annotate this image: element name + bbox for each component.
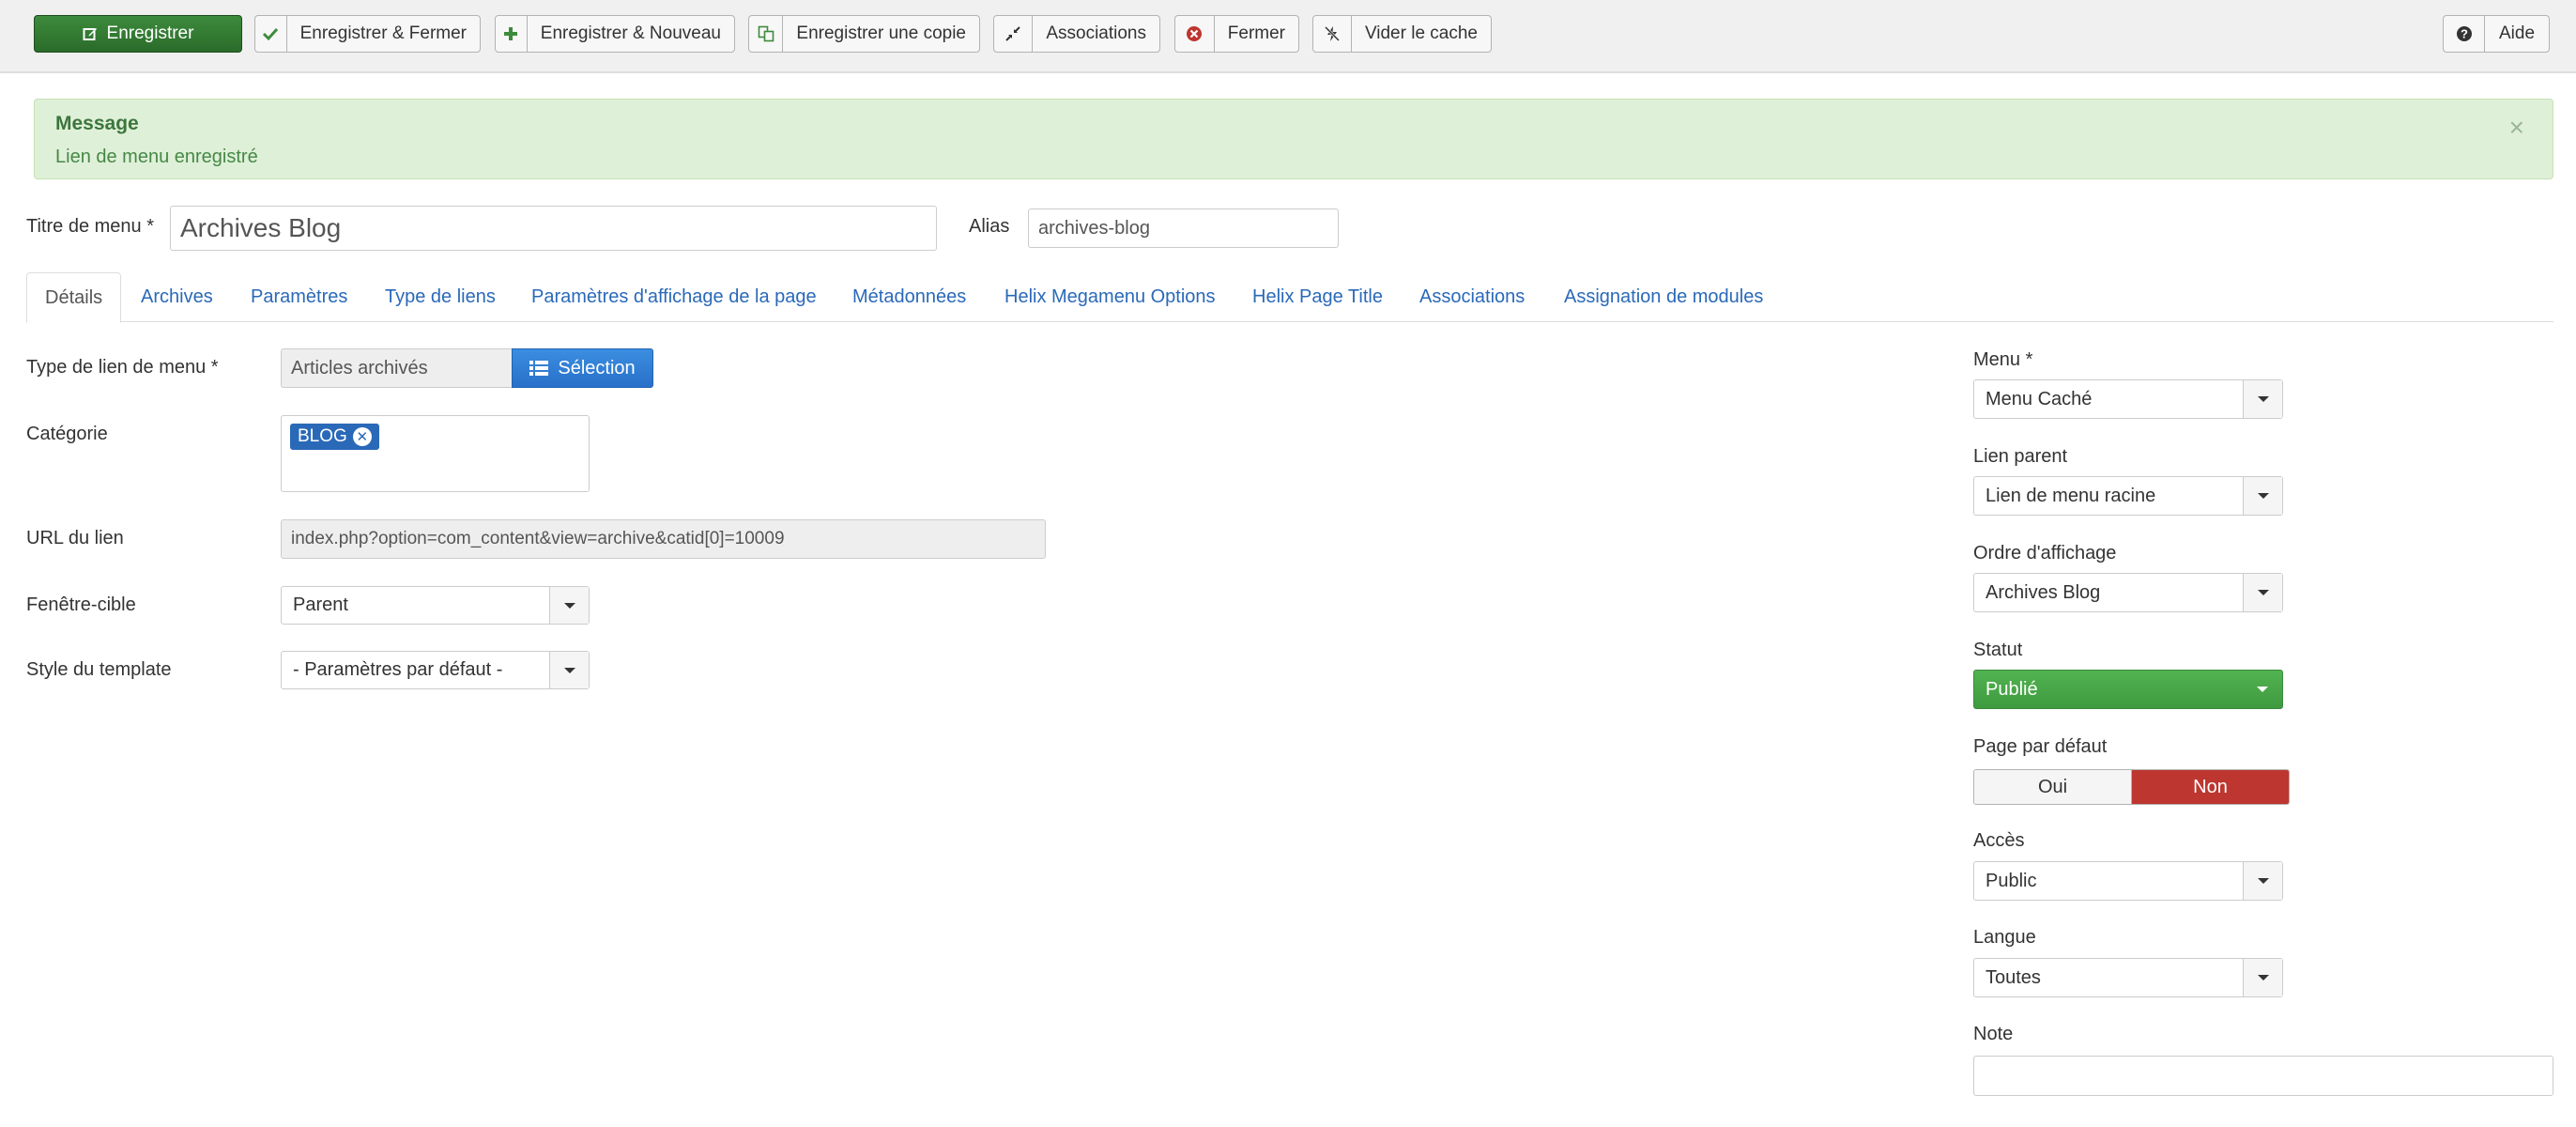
- link-url-label: URL du lien: [26, 528, 124, 548]
- menu-item-type-field: Articles archivés: [281, 348, 513, 388]
- target-window-select[interactable]: Parent: [281, 586, 590, 625]
- access-label: Accès: [1973, 830, 2025, 851]
- message-title: Message: [55, 113, 139, 134]
- menu-select[interactable]: Menu Caché: [1973, 379, 2283, 419]
- clear-cache-label: Vider le cache: [1364, 23, 1478, 43]
- status-select[interactable]: Publié: [1973, 670, 2283, 709]
- tab-parameters[interactable]: Paramètres: [251, 272, 347, 322]
- tab-helix-megamenu[interactable]: Helix Megamenu Options: [1004, 272, 1216, 322]
- tab-link-type[interactable]: Type de liens: [385, 272, 496, 322]
- chevron-down-icon: [563, 667, 575, 673]
- question-circle-icon: ?: [2456, 26, 2472, 41]
- save-button-label: Enregistrer: [106, 23, 194, 43]
- remove-chip-icon[interactable]: ✕: [352, 427, 372, 446]
- list-icon: [529, 361, 549, 376]
- template-style-value: - Paramètres par défaut -: [293, 659, 503, 680]
- chevron-down-icon: [2257, 975, 2269, 980]
- menu-value: Menu Caché: [1986, 388, 2093, 409]
- tab-archives[interactable]: Archives: [141, 272, 213, 322]
- access-select[interactable]: Public: [1973, 861, 2283, 901]
- associations-button[interactable]: Associations: [993, 15, 1160, 53]
- category-multiselect[interactable]: BLOG ✕: [281, 415, 590, 492]
- parent-item-label: Lien parent: [1973, 446, 2068, 467]
- category-chip: BLOG ✕: [290, 424, 379, 450]
- svg-text:?: ?: [2461, 27, 2468, 41]
- menu-title-label: Titre de menu *: [26, 216, 154, 237]
- tab-module-assignment[interactable]: Assignation de modules: [1564, 272, 1763, 322]
- check-icon: [263, 27, 279, 41]
- target-window-label: Fenêtre-cible: [26, 594, 136, 615]
- tab-associations[interactable]: Associations: [1419, 272, 1525, 322]
- tab-metadata[interactable]: Métadonnées: [852, 272, 966, 322]
- chevron-down-icon: [2257, 878, 2269, 884]
- message-text: Lien de menu enregistré: [55, 147, 258, 167]
- status-label: Statut: [1973, 640, 2023, 660]
- chevron-down-icon: [2257, 396, 2269, 402]
- close-message-icon[interactable]: ×: [2509, 115, 2524, 141]
- save-button[interactable]: Enregistrer: [34, 15, 242, 53]
- access-value: Public: [1986, 870, 2037, 891]
- save-new-label: Enregistrer & Nouveau: [540, 23, 721, 43]
- chevron-down-icon: [2257, 493, 2269, 499]
- status-value: Publié: [1986, 678, 2038, 700]
- target-window-value: Parent: [293, 594, 348, 615]
- category-chip-label: BLOG: [298, 426, 347, 446]
- save-new-button[interactable]: Enregistrer & Nouveau: [495, 15, 735, 53]
- tab-helix-page-title[interactable]: Helix Page Title: [1252, 272, 1383, 322]
- alias-label: Alias: [969, 216, 1010, 237]
- template-style-select[interactable]: - Paramètres par défaut -: [281, 651, 590, 689]
- save-close-label: Enregistrer & Fermer: [299, 23, 467, 43]
- plus-icon: [504, 27, 518, 40]
- save-close-button[interactable]: Enregistrer & Fermer: [254, 15, 481, 53]
- close-button[interactable]: Fermer: [1174, 15, 1299, 53]
- no-lightning-icon: [1324, 25, 1341, 42]
- parent-item-value: Lien de menu racine: [1986, 485, 2156, 506]
- link-url-field: index.php?option=com_content&view=archiv…: [281, 519, 1046, 559]
- default-page-no[interactable]: Non: [2132, 770, 2289, 804]
- menu-item-type-label: Type de lien de menu *: [26, 357, 219, 378]
- default-page-yes[interactable]: Oui: [1974, 770, 2132, 804]
- language-value: Toutes: [1986, 966, 2041, 988]
- default-page-label: Page par défaut: [1973, 736, 2108, 757]
- save-copy-button[interactable]: Enregistrer une copie: [748, 15, 980, 53]
- select-type-label: Sélection: [558, 357, 636, 378]
- default-page-toggle: Oui Non: [1973, 769, 2290, 805]
- note-input[interactable]: [1973, 1056, 2553, 1096]
- contract-icon: [1005, 26, 1020, 41]
- alias-input[interactable]: archives-blog: [1028, 208, 1339, 248]
- help-label: Aide: [2498, 23, 2536, 43]
- ordering-label: Ordre d'affichage: [1973, 543, 2117, 564]
- clear-cache-button[interactable]: Vider le cache: [1312, 15, 1492, 53]
- success-message: Message Lien de menu enregistré ×: [34, 99, 2553, 179]
- chevron-down-icon: [563, 602, 575, 609]
- edit-icon: [83, 28, 97, 40]
- toolbar: Enregistrer Enregistrer & Fermer Enregis…: [0, 0, 2576, 73]
- save-copy-label: Enregistrer une copie: [796, 23, 966, 43]
- menu-title-input[interactable]: Archives Blog: [170, 206, 937, 251]
- chevron-down-icon: [2257, 687, 2268, 692]
- language-label: Langue: [1973, 927, 2036, 948]
- ordering-select[interactable]: Archives Blog: [1973, 573, 2283, 612]
- copy-icon: [758, 25, 774, 42]
- language-select[interactable]: Toutes: [1973, 958, 2283, 997]
- template-style-label: Style du template: [26, 659, 172, 680]
- select-type-button[interactable]: Sélection: [512, 348, 653, 388]
- parent-item-select[interactable]: Lien de menu racine: [1973, 476, 2283, 516]
- associations-label: Associations: [1046, 23, 1146, 43]
- cancel-circle-icon: [1187, 26, 1203, 41]
- close-label: Fermer: [1227, 23, 1285, 43]
- chevron-down-icon: [2257, 590, 2269, 595]
- note-label: Note: [1973, 1024, 2014, 1044]
- help-button[interactable]: ? Aide: [2443, 15, 2550, 53]
- menu-label: Menu *: [1973, 349, 2033, 370]
- tab-details[interactable]: Détails: [26, 272, 122, 323]
- tab-page-display[interactable]: Paramètres d'affichage de la page: [531, 272, 817, 322]
- category-label: Catégorie: [26, 424, 108, 444]
- ordering-value: Archives Blog: [1986, 581, 2101, 603]
